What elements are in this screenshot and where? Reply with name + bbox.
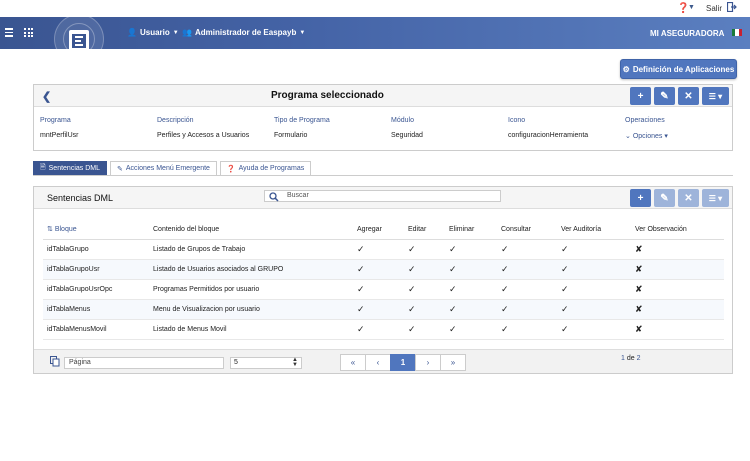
- app-definition-button[interactable]: ⚙ Definición de Aplicaciones: [620, 59, 737, 79]
- user-icon: 👤: [127, 28, 137, 37]
- dml-panel: Sentencias DML Buscar + ✎ ✕ ☰ ▾ ⇅ Bloque…: [33, 186, 733, 374]
- field-modulo: Módulo Seguridad: [391, 117, 423, 139]
- tab-acciones-menu[interactable]: ✎ Acciones Menú Emergente: [110, 161, 217, 175]
- sort-icon: ⇅: [47, 226, 53, 234]
- chevron-down-icon: ⌄: [625, 133, 631, 140]
- col-ver-observacion[interactable]: Ver Observación: [631, 220, 724, 240]
- dml-table: ⇅ Bloque Contenido del bloque Agregar Ed…: [43, 220, 724, 340]
- edit-button[interactable]: ✎: [654, 189, 675, 207]
- tab-sentencias-dml[interactable]: 🗎 Sentencias DML: [33, 161, 107, 175]
- search-icon: [269, 192, 279, 202]
- page-size-select[interactable]: 5 ▲ ▼: [230, 357, 302, 369]
- col-eliminar[interactable]: Eliminar: [445, 220, 497, 240]
- copy-icon[interactable]: [50, 356, 60, 367]
- page-navigation: « ‹ 1 › »: [340, 354, 466, 371]
- apps-grid-icon[interactable]: [24, 28, 33, 37]
- table-row[interactable]: idTablaMenusMovil Listado de Menus Movil …: [43, 319, 724, 340]
- delete-button[interactable]: ✕: [678, 87, 699, 105]
- chevron-down-icon[interactable]: ▼: [688, 4, 695, 11]
- section-title: Sentencias DML: [47, 193, 114, 203]
- table-row[interactable]: idTablaGrupoUsr Listado de Usuarios asoci…: [43, 259, 724, 280]
- options-dropdown[interactable]: ⌄ Opciones ▾: [625, 132, 668, 140]
- field-icono: Icono configuracionHerramienta: [508, 117, 589, 139]
- tab-bar: 🗎 Sentencias DML ✎ Acciones Menú Emergente…: [33, 161, 312, 175]
- col-consultar[interactable]: Consultar: [497, 220, 557, 240]
- logout-link[interactable]: Salir: [706, 4, 722, 13]
- company-name: MI ASEGURADORA: [650, 29, 725, 38]
- mexico-flag-icon[interactable]: [732, 29, 742, 36]
- search-input[interactable]: Buscar: [264, 190, 501, 202]
- pagination-bar: Página 5 ▲ ▼ « ‹ 1 › » 1 de 2: [34, 349, 732, 373]
- top-utility-bar: ❓ ▼ Salir: [0, 0, 750, 17]
- hamburger-menu-icon[interactable]: [5, 28, 13, 37]
- tab-ayuda-programas[interactable]: ❓ Ayuda de Programas: [219, 161, 312, 175]
- next-page-button[interactable]: ›: [415, 354, 441, 371]
- app-header: 👤 Usuario ▼ 👥 Administrador de Easpayb ▼…: [0, 14, 750, 64]
- help-icon: ❓: [226, 165, 236, 173]
- page-1-button[interactable]: 1: [390, 354, 416, 371]
- page-info: 1 de 2: [621, 355, 641, 362]
- last-page-button[interactable]: »: [440, 354, 466, 371]
- more-options-button[interactable]: ☰ ▾: [702, 189, 729, 207]
- admin-menu[interactable]: 👥 Administrador de Easpayb ▼: [182, 28, 305, 37]
- spinner-arrows-icon: ▲ ▼: [292, 357, 298, 368]
- col-editar[interactable]: Editar: [404, 220, 445, 240]
- col-contenido[interactable]: Contenido del bloque: [149, 220, 353, 240]
- chevron-down-icon: ▼: [172, 29, 179, 36]
- edit-button[interactable]: ✎: [654, 87, 675, 105]
- prev-page-button[interactable]: ‹: [365, 354, 391, 371]
- table-row[interactable]: idTablaMenus Menu de Visualizacion por us…: [43, 299, 724, 320]
- field-descripcion: Descripción Perfiles y Accesos a Usuario…: [157, 117, 250, 139]
- panel-title: Programa seleccionado: [271, 90, 384, 101]
- pencil-icon: ✎: [117, 165, 123, 173]
- field-programa: Programa mntPerfilUsr: [40, 117, 79, 139]
- page-input[interactable]: Página: [64, 357, 224, 369]
- field-tipo-programa: Tipo de Programa Formulario: [274, 117, 330, 139]
- add-button[interactable]: +: [630, 87, 651, 105]
- selected-program-panel: ❮ Programa seleccionado + ✎ ✕ ☰ ▾ Progra…: [33, 84, 733, 151]
- back-chevron-icon[interactable]: ❮: [42, 90, 51, 103]
- logout-icon[interactable]: [727, 2, 737, 12]
- first-page-button[interactable]: «: [340, 354, 366, 371]
- app-logo: [54, 14, 104, 64]
- users-group-icon: 👥: [182, 28, 192, 37]
- table-row[interactable]: idTablaGrupoUsrOpc Programas Permitidos p…: [43, 279, 724, 300]
- delete-button[interactable]: ✕: [678, 189, 699, 207]
- field-operaciones: Operaciones ⌄ Opciones ▾: [625, 117, 668, 140]
- col-agregar[interactable]: Agregar: [353, 220, 404, 240]
- table-row[interactable]: idTablaGrupo Listado de Grupos de Trabajo…: [43, 239, 724, 260]
- gears-icon: ⚙: [622, 64, 630, 74]
- user-menu[interactable]: 👤 Usuario ▼: [127, 28, 179, 37]
- col-bloque[interactable]: ⇅ Bloque: [43, 220, 149, 240]
- add-button[interactable]: +: [630, 189, 651, 207]
- more-options-button[interactable]: ☰ ▾: [702, 87, 729, 105]
- document-icon: 🗎: [40, 164, 46, 171]
- chevron-down-icon: ▼: [299, 29, 306, 36]
- col-ver-auditoria[interactable]: Ver Auditoría: [557, 220, 631, 240]
